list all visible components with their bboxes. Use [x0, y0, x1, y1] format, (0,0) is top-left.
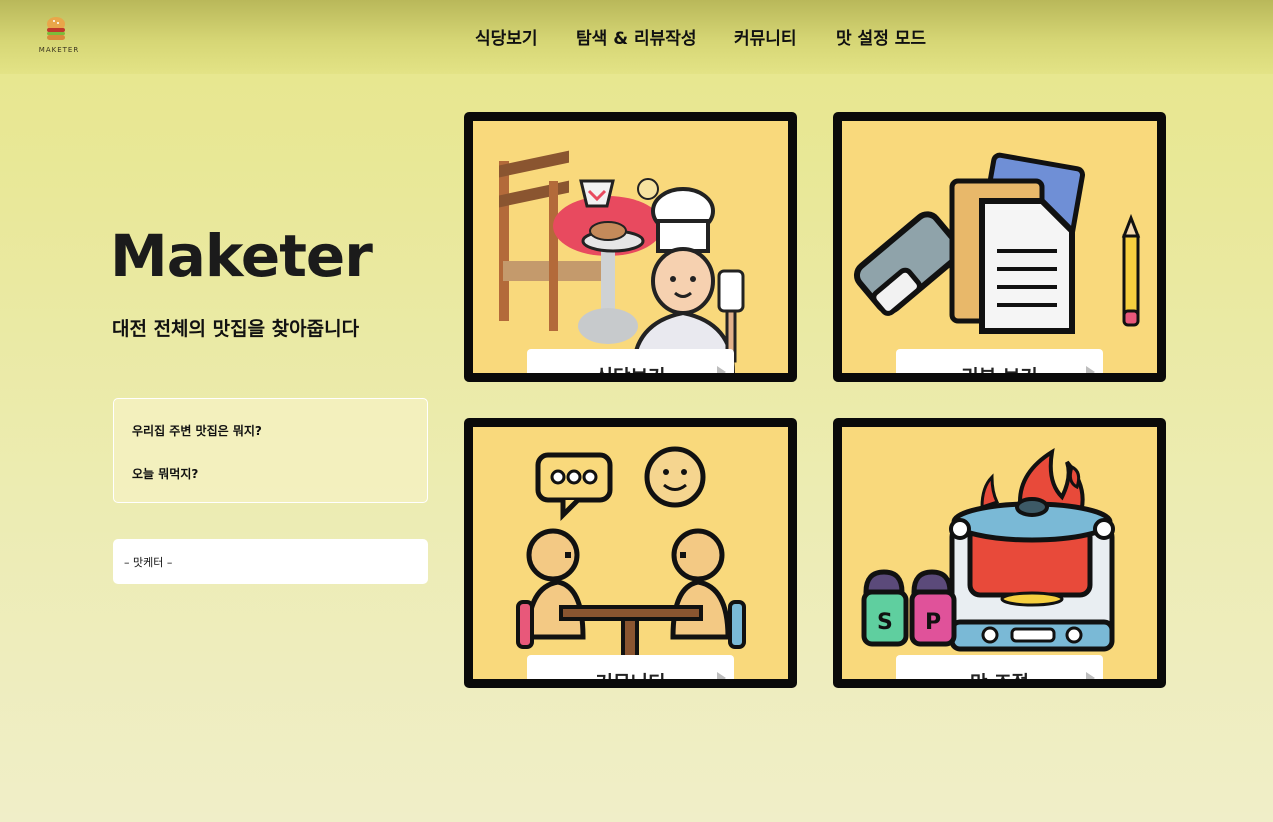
nav-item-explore-review[interactable]: 탐색 & 리뷰작성: [576, 24, 697, 49]
play-arrow-icon: [717, 366, 726, 373]
nav-item-taste-mode[interactable]: 맛 설정 모드: [836, 24, 926, 49]
card-label-reviews[interactable]: 리뷰 보기: [896, 349, 1103, 382]
play-arrow-icon: [717, 672, 726, 679]
card-restaurants[interactable]: 식당보기: [464, 112, 797, 382]
play-arrow-icon: [1086, 672, 1095, 679]
cooking-pot-icon: S P: [861, 447, 1115, 652]
hero-title: Maketer: [110, 222, 373, 290]
svg-text:P: P: [925, 610, 941, 635]
nav-item-community[interactable]: 커뮤니티: [734, 24, 797, 49]
restaurant-chef-icon: [499, 150, 745, 373]
card-community[interactable]: 커뮤니티: [464, 418, 797, 688]
main-nav: 식당보기 탐색 & 리뷰작성 커뮤니티 맛 설정 모드: [0, 24, 1273, 50]
card-label-text: 식당보기: [595, 366, 666, 382]
card-label-text: 리뷰 보기: [961, 366, 1038, 382]
quote-box: 우리집 주변 맛집은 뭐지? 오늘 뭐먹지?: [113, 398, 428, 503]
signature-text: – 맛케터 –: [124, 556, 173, 569]
card-label-community[interactable]: 커뮤니티: [527, 655, 734, 688]
svg-text:S: S: [877, 610, 893, 635]
signature-box: – 맛케터 –: [113, 539, 428, 584]
card-label-restaurants[interactable]: 식당보기: [527, 349, 734, 382]
quote-line: 오늘 뭐먹지?: [132, 467, 199, 481]
card-label-text: 맛 조절: [969, 672, 1030, 688]
top-navigation-bar: MAKETER 식당보기 탐색 & 리뷰작성 커뮤니티 맛 설정 모드: [0, 0, 1273, 74]
hero-subtitle: 대전 전체의 맛집을 찾아줍니다: [112, 318, 360, 340]
card-label-taste-adjust[interactable]: 맛 조절: [896, 655, 1103, 688]
community-chat-icon: [516, 446, 746, 671]
quote-line: 우리집 주변 맛집은 뭐지?: [132, 424, 262, 438]
nav-item-restaurants[interactable]: 식당보기: [475, 24, 538, 49]
play-arrow-icon: [1086, 366, 1095, 373]
card-taste-adjust[interactable]: S P 맛 조절: [833, 418, 1166, 688]
review-documents-icon: [853, 152, 1141, 334]
card-reviews[interactable]: 리뷰 보기: [833, 112, 1166, 382]
card-label-text: 커뮤니티: [595, 672, 666, 688]
